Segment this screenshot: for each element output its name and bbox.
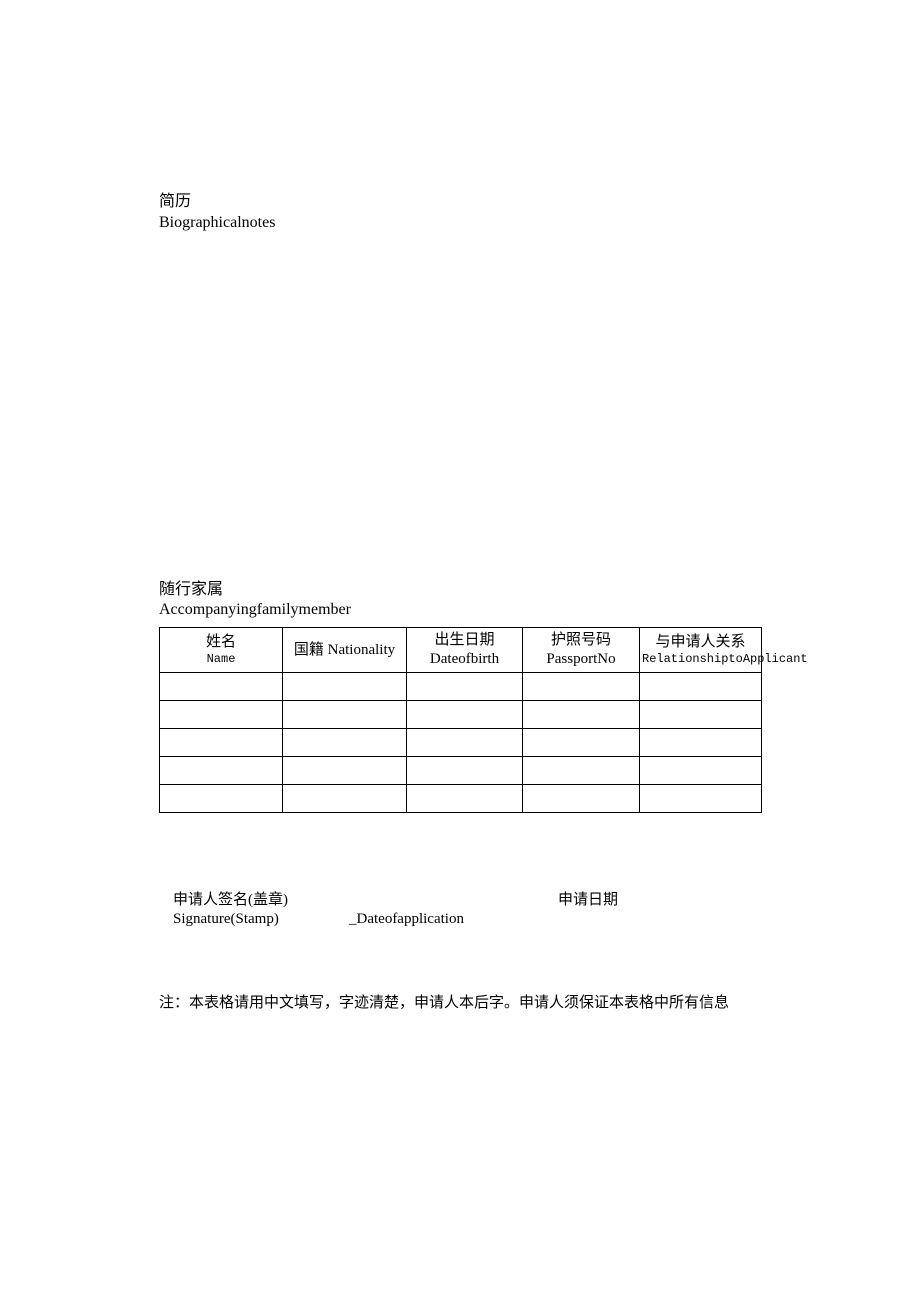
cell-dob[interactable]: [407, 756, 523, 784]
header-dob-cn: 出生日期: [434, 632, 494, 648]
date-application-cn-block: 申请日期: [558, 891, 618, 930]
cell-dob[interactable]: [407, 728, 523, 756]
date-application-en-block: _Dateofapplication: [349, 891, 464, 930]
table-row: [160, 700, 762, 728]
bio-section: 简历 Biographicalnotes: [159, 192, 769, 234]
cell-dob[interactable]: [407, 672, 523, 700]
cell-name[interactable]: [160, 672, 283, 700]
date-application-en: _Dateofapplication: [349, 910, 464, 930]
cell-nationality[interactable]: [283, 672, 407, 700]
signature-row: 申请人签名(盖章) Signature(Stamp) _Dateofapplic…: [159, 891, 769, 930]
header-dob-en: Dateofbirth: [409, 650, 520, 669]
header-nationality: 国籍 Nationality: [283, 628, 407, 673]
header-nationality-text: 国籍 Nationality: [294, 642, 395, 658]
header-relationship-cn: 与申请人关系: [655, 634, 745, 650]
header-name-cn: 姓名: [206, 634, 236, 650]
cell-relationship[interactable]: [640, 784, 762, 812]
cell-name[interactable]: [160, 784, 283, 812]
header-passport-en: PassportNo: [525, 650, 637, 669]
header-relationship: 与申请人关系 RelationshiptoApplicant: [640, 628, 762, 673]
cell-nationality[interactable]: [283, 700, 407, 728]
cell-passport[interactable]: [523, 784, 640, 812]
cell-nationality[interactable]: [283, 756, 407, 784]
table-row: [160, 672, 762, 700]
header-passport: 护照号码 PassportNo: [523, 628, 640, 673]
cell-passport[interactable]: [523, 756, 640, 784]
table-header-row: 姓名 Name 国籍 Nationality 出生日期 Dateofbirth …: [160, 628, 762, 673]
family-section: 随行家属 Accompanyingfamilymember 姓名 Name 国籍…: [159, 580, 769, 813]
family-title-en: Accompanyingfamilymember: [159, 600, 769, 621]
date-application-cn: 申请日期: [558, 891, 618, 911]
bio-title-en: Biographicalnotes: [159, 213, 769, 234]
family-title-cn: 随行家属: [159, 580, 769, 601]
cell-passport[interactable]: [523, 672, 640, 700]
cell-relationship[interactable]: [640, 756, 762, 784]
cell-name[interactable]: [160, 728, 283, 756]
signature-label-block: 申请人签名(盖章) Signature(Stamp): [173, 891, 349, 930]
header-passport-cn: 护照号码: [551, 632, 611, 648]
cell-dob[interactable]: [407, 784, 523, 812]
signature-label-cn: 申请人签名(盖章): [173, 891, 349, 911]
table-row: [160, 728, 762, 756]
cell-relationship[interactable]: [640, 728, 762, 756]
cell-relationship[interactable]: [640, 700, 762, 728]
bio-title-cn: 简历: [159, 192, 769, 213]
cell-passport[interactable]: [523, 728, 640, 756]
cell-passport[interactable]: [523, 700, 640, 728]
cell-nationality[interactable]: [283, 728, 407, 756]
signature-label-en: Signature(Stamp): [173, 910, 349, 930]
header-dob: 出生日期 Dateofbirth: [407, 628, 523, 673]
table-row: [160, 756, 762, 784]
header-name: 姓名 Name: [160, 628, 283, 673]
note-text: 注：本表格请用中文填写，字迹清楚，申请人本后字。申请人须保证本表格中所有信息: [159, 992, 769, 1015]
cell-dob[interactable]: [407, 700, 523, 728]
cell-nationality[interactable]: [283, 784, 407, 812]
cell-name[interactable]: [160, 700, 283, 728]
header-relationship-en: RelationshiptoApplicant: [642, 652, 759, 667]
cell-name[interactable]: [160, 756, 283, 784]
family-table: 姓名 Name 国籍 Nationality 出生日期 Dateofbirth …: [159, 627, 762, 813]
table-row: [160, 784, 762, 812]
cell-relationship[interactable]: [640, 672, 762, 700]
header-name-en: Name: [162, 652, 280, 667]
